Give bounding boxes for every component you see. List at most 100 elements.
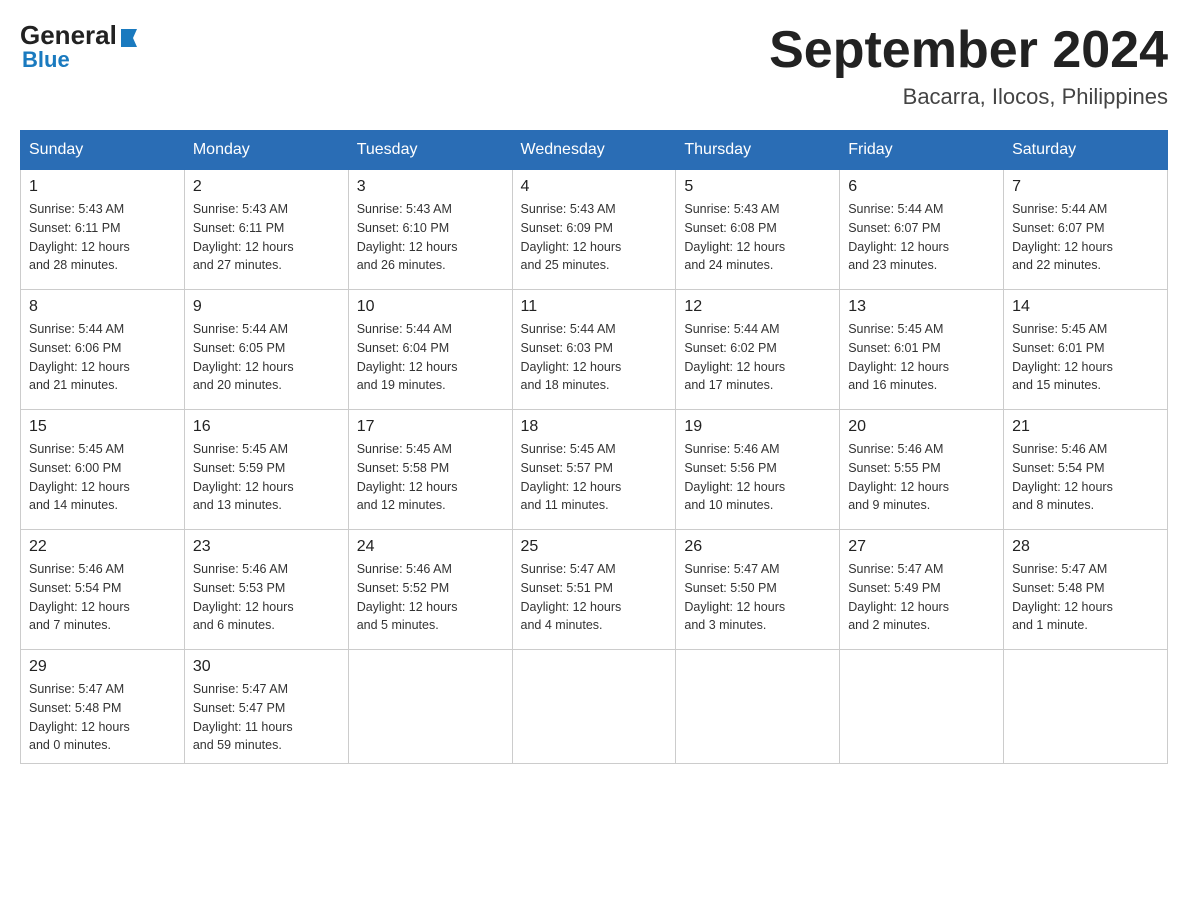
day-info: Sunrise: 5:44 AM Sunset: 6:07 PM Dayligh… — [1012, 200, 1159, 275]
day-info: Sunrise: 5:47 AM Sunset: 5:50 PM Dayligh… — [684, 560, 831, 635]
calendar-cell: 12Sunrise: 5:44 AM Sunset: 6:02 PM Dayli… — [676, 290, 840, 410]
day-info: Sunrise: 5:43 AM Sunset: 6:10 PM Dayligh… — [357, 200, 504, 275]
day-number: 9 — [193, 298, 340, 316]
weekday-header-friday: Friday — [840, 131, 1004, 170]
day-info: Sunrise: 5:44 AM Sunset: 6:06 PM Dayligh… — [29, 320, 176, 395]
calendar-cell: 19 Sunrise: 5:46 AM Sunset: 5:56 PM Dayli… — [676, 410, 840, 530]
calendar-cell: 28 Sunrise: 5:47 AM Sunset: 5:48 PM Dayli… — [1004, 530, 1168, 650]
day-number: 30 — [193, 658, 340, 676]
calendar-cell: 21 Sunrise: 5:46 AM Sunset: 5:54 PM Dayli… — [1004, 410, 1168, 530]
logo-blue: Blue — [20, 47, 141, 73]
calendar-cell: 24Sunrise: 5:46 AM Sunset: 5:52 PM Dayli… — [348, 530, 512, 650]
day-number: 14 — [1012, 298, 1159, 316]
calendar-cell: 9 Sunrise: 5:44 AM Sunset: 6:05 PM Daylig… — [184, 290, 348, 410]
weekday-header-wednesday: Wednesday — [512, 131, 676, 170]
calendar-row: 1 Sunrise: 5:43 AM Sunset: 6:11 PM Daylig… — [21, 170, 1168, 290]
day-number: 8 — [29, 298, 176, 316]
calendar-cell: 29 Sunrise: 5:47 AM Sunset: 5:48 PM Dayli… — [21, 650, 185, 764]
logo-flag-icon — [119, 27, 141, 49]
day-number: 27 — [848, 538, 995, 556]
day-info: Sunrise: 5:47 AM Sunset: 5:48 PM Dayligh… — [1012, 560, 1159, 635]
day-number: 17 — [357, 418, 504, 436]
calendar-cell: 16 Sunrise: 5:45 AM Sunset: 5:59 PM Dayli… — [184, 410, 348, 530]
calendar-cell — [348, 650, 512, 764]
day-info: Sunrise: 5:45 AM Sunset: 5:59 PM Dayligh… — [193, 440, 340, 515]
calendar-row: 29 Sunrise: 5:47 AM Sunset: 5:48 PM Dayli… — [21, 650, 1168, 764]
day-info: Sunrise: 5:44 AM Sunset: 6:07 PM Dayligh… — [848, 200, 995, 275]
day-info: Sunrise: 5:46 AM Sunset: 5:52 PM Dayligh… — [357, 560, 504, 635]
calendar-cell: 27Sunrise: 5:47 AM Sunset: 5:49 PM Dayli… — [840, 530, 1004, 650]
calendar-cell — [840, 650, 1004, 764]
day-number: 3 — [357, 178, 504, 196]
day-info: Sunrise: 5:46 AM Sunset: 5:53 PM Dayligh… — [193, 560, 340, 635]
day-info: Sunrise: 5:45 AM Sunset: 6:01 PM Dayligh… — [848, 320, 995, 395]
calendar-cell: 4Sunrise: 5:43 AM Sunset: 6:09 PM Daylig… — [512, 170, 676, 290]
calendar-cell: 17 Sunrise: 5:45 AM Sunset: 5:58 PM Dayli… — [348, 410, 512, 530]
day-info: Sunrise: 5:46 AM Sunset: 5:55 PM Dayligh… — [848, 440, 995, 515]
day-number: 23 — [193, 538, 340, 556]
day-number: 2 — [193, 178, 340, 196]
calendar-cell: 20 Sunrise: 5:46 AM Sunset: 5:55 PM Dayli… — [840, 410, 1004, 530]
calendar-cell — [676, 650, 840, 764]
calendar-cell: 25Sunrise: 5:47 AM Sunset: 5:51 PM Dayli… — [512, 530, 676, 650]
day-info: Sunrise: 5:47 AM Sunset: 5:47 PM Dayligh… — [193, 680, 340, 755]
calendar-cell — [512, 650, 676, 764]
calendar-cell: 13Sunrise: 5:45 AM Sunset: 6:01 PM Dayli… — [840, 290, 1004, 410]
day-info: Sunrise: 5:43 AM Sunset: 6:09 PM Dayligh… — [521, 200, 668, 275]
calendar-title: September 2024 — [769, 20, 1168, 80]
day-number: 10 — [357, 298, 504, 316]
day-number: 11 — [521, 298, 668, 316]
weekday-header-tuesday: Tuesday — [348, 131, 512, 170]
day-number: 29 — [29, 658, 176, 676]
day-info: Sunrise: 5:45 AM Sunset: 5:57 PM Dayligh… — [521, 440, 668, 515]
calendar-cell: 30 Sunrise: 5:47 AM Sunset: 5:47 PM Dayli… — [184, 650, 348, 764]
weekday-header-saturday: Saturday — [1004, 131, 1168, 170]
weekday-header-thursday: Thursday — [676, 131, 840, 170]
calendar-cell: 22Sunrise: 5:46 AM Sunset: 5:54 PM Dayli… — [21, 530, 185, 650]
day-info: Sunrise: 5:45 AM Sunset: 6:01 PM Dayligh… — [1012, 320, 1159, 395]
day-number: 22 — [29, 538, 176, 556]
calendar-cell: 6Sunrise: 5:44 AM Sunset: 6:07 PM Daylig… — [840, 170, 1004, 290]
day-info: Sunrise: 5:43 AM Sunset: 6:08 PM Dayligh… — [684, 200, 831, 275]
day-info: Sunrise: 5:44 AM Sunset: 6:03 PM Dayligh… — [521, 320, 668, 395]
day-info: Sunrise: 5:46 AM Sunset: 5:56 PM Dayligh… — [684, 440, 831, 515]
day-info: Sunrise: 5:46 AM Sunset: 5:54 PM Dayligh… — [1012, 440, 1159, 515]
calendar-cell — [1004, 650, 1168, 764]
day-info: Sunrise: 5:44 AM Sunset: 6:04 PM Dayligh… — [357, 320, 504, 395]
day-number: 21 — [1012, 418, 1159, 436]
weekday-header-monday: Monday — [184, 131, 348, 170]
day-number: 20 — [848, 418, 995, 436]
day-number: 25 — [521, 538, 668, 556]
day-info: Sunrise: 5:45 AM Sunset: 5:58 PM Dayligh… — [357, 440, 504, 515]
day-number: 19 — [684, 418, 831, 436]
calendar-cell: 8 Sunrise: 5:44 AM Sunset: 6:06 PM Daylig… — [21, 290, 185, 410]
day-info: Sunrise: 5:45 AM Sunset: 6:00 PM Dayligh… — [29, 440, 176, 515]
calendar-row: 8 Sunrise: 5:44 AM Sunset: 6:06 PM Daylig… — [21, 290, 1168, 410]
calendar-cell: 5 Sunrise: 5:43 AM Sunset: 6:08 PM Daylig… — [676, 170, 840, 290]
day-number: 16 — [193, 418, 340, 436]
page-header: General Blue September 2024 Bacarra, Ilo… — [20, 20, 1168, 110]
day-number: 28 — [1012, 538, 1159, 556]
calendar-subtitle: Bacarra, Ilocos, Philippines — [769, 84, 1168, 110]
day-number: 5 — [684, 178, 831, 196]
calendar-cell: 1 Sunrise: 5:43 AM Sunset: 6:11 PM Daylig… — [21, 170, 185, 290]
day-number: 7 — [1012, 178, 1159, 196]
calendar-cell: 14 Sunrise: 5:45 AM Sunset: 6:01 PM Dayli… — [1004, 290, 1168, 410]
day-info: Sunrise: 5:44 AM Sunset: 6:02 PM Dayligh… — [684, 320, 831, 395]
weekday-header-sunday: Sunday — [21, 131, 185, 170]
day-info: Sunrise: 5:43 AM Sunset: 6:11 PM Dayligh… — [29, 200, 176, 275]
calendar-row: 22Sunrise: 5:46 AM Sunset: 5:54 PM Dayli… — [21, 530, 1168, 650]
calendar-cell: 7 Sunrise: 5:44 AM Sunset: 6:07 PM Daylig… — [1004, 170, 1168, 290]
calendar-cell: 3 Sunrise: 5:43 AM Sunset: 6:10 PM Daylig… — [348, 170, 512, 290]
calendar-row: 15Sunrise: 5:45 AM Sunset: 6:00 PM Dayli… — [21, 410, 1168, 530]
title-area: September 2024 Bacarra, Ilocos, Philippi… — [769, 20, 1168, 110]
calendar-cell: 11 Sunrise: 5:44 AM Sunset: 6:03 PM Dayli… — [512, 290, 676, 410]
day-info: Sunrise: 5:47 AM Sunset: 5:48 PM Dayligh… — [29, 680, 176, 755]
calendar-cell: 18Sunrise: 5:45 AM Sunset: 5:57 PM Dayli… — [512, 410, 676, 530]
day-number: 1 — [29, 178, 176, 196]
calendar-cell: 26Sunrise: 5:47 AM Sunset: 5:50 PM Dayli… — [676, 530, 840, 650]
day-info: Sunrise: 5:43 AM Sunset: 6:11 PM Dayligh… — [193, 200, 340, 275]
calendar-cell: 15Sunrise: 5:45 AM Sunset: 6:00 PM Dayli… — [21, 410, 185, 530]
day-info: Sunrise: 5:44 AM Sunset: 6:05 PM Dayligh… — [193, 320, 340, 395]
calendar-cell: 23 Sunrise: 5:46 AM Sunset: 5:53 PM Dayli… — [184, 530, 348, 650]
